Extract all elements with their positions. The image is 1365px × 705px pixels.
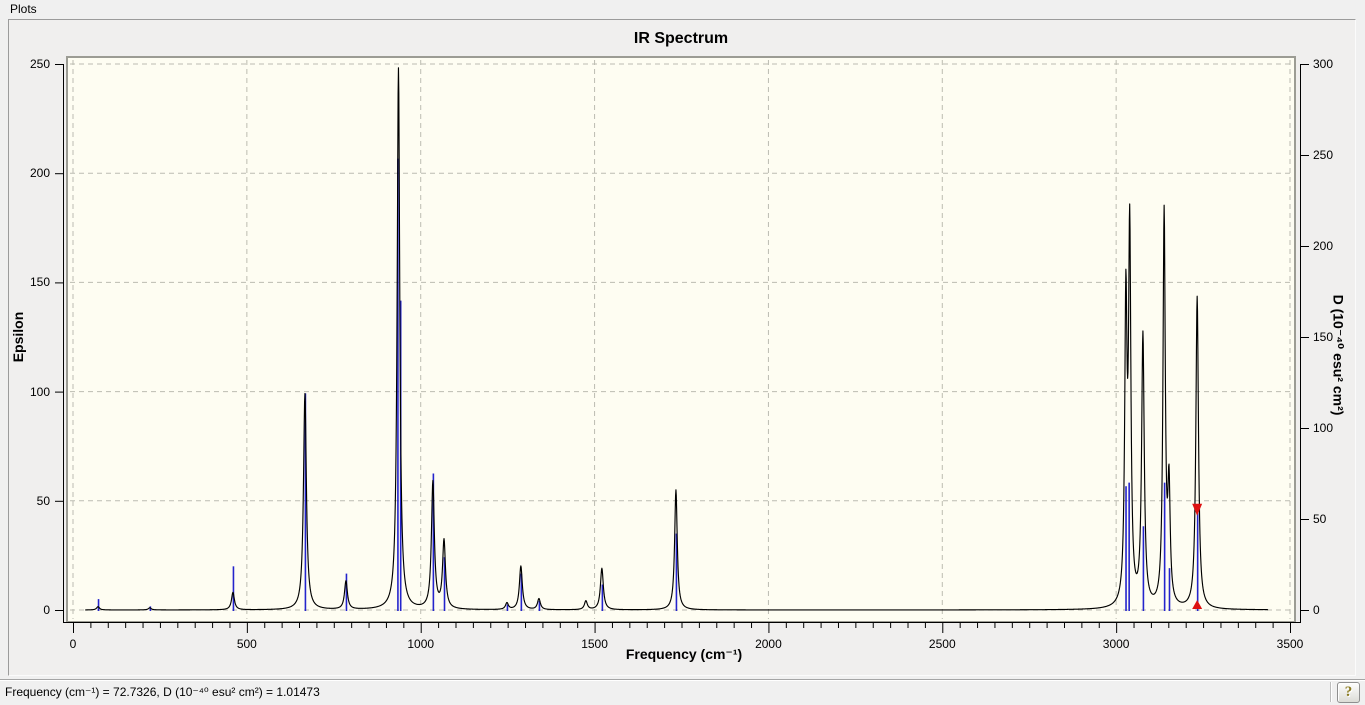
help-button[interactable]: ? <box>1337 682 1360 703</box>
ir-spectrum-plot[interactable] <box>0 0 1365 704</box>
help-icon: ? <box>1344 684 1353 700</box>
status-bar: Frequency (cm⁻¹) = 72.7326, D (10⁻⁴⁰ esu… <box>0 679 1365 705</box>
cursor-readout: Frequency (cm⁻¹) = 72.7326, D (10⁻⁴⁰ esu… <box>5 685 320 699</box>
statusbar-separator <box>1330 682 1331 702</box>
